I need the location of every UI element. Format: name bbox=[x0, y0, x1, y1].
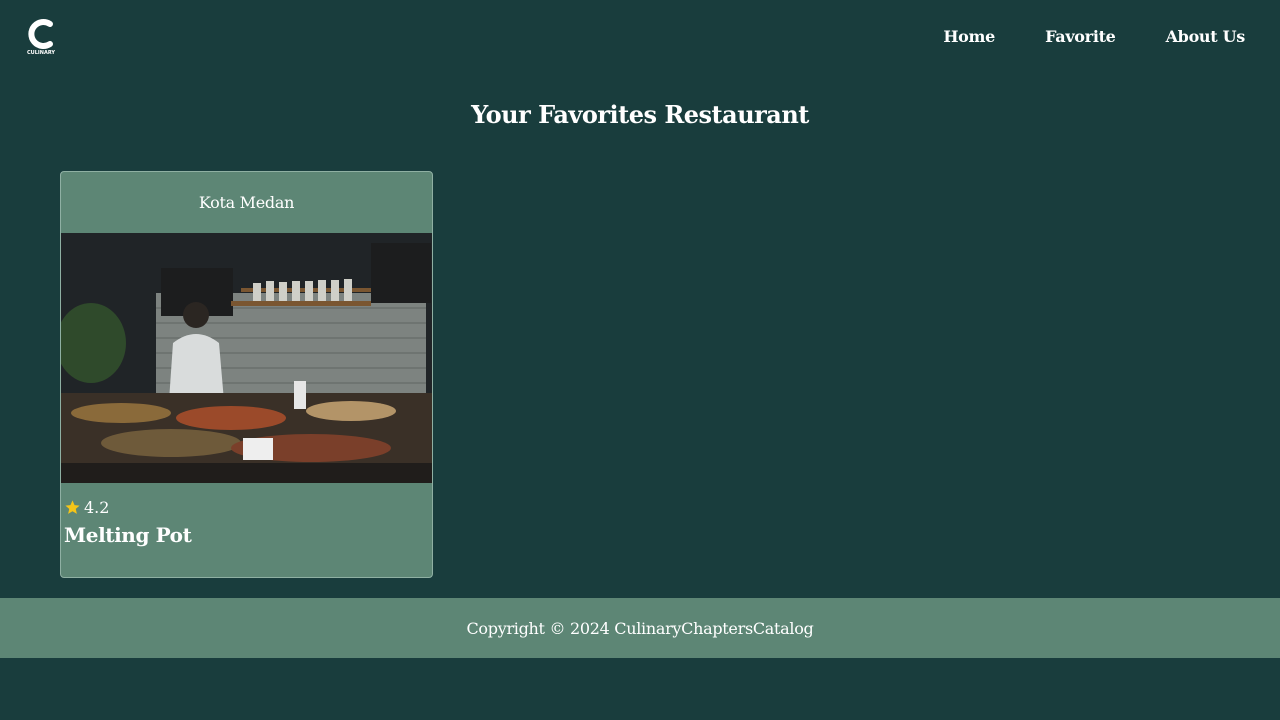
restaurant-city: Kota Medan bbox=[198, 193, 295, 212]
restaurant-photo[interactable] bbox=[61, 233, 432, 483]
main-nav: Home Favorite About Us bbox=[943, 27, 1245, 46]
nav-favorite-link[interactable]: Favorite bbox=[1045, 27, 1116, 46]
star-icon bbox=[64, 499, 81, 516]
copyright-text: Copyright © 2024 CulinaryChaptersCatalog bbox=[466, 618, 814, 638]
rating-value: 4.2 bbox=[84, 498, 110, 517]
restaurant-card[interactable]: Kota Medan 4.2 Melting Pot bbox=[60, 171, 433, 578]
page-title: Your Favorites Restaurant bbox=[471, 100, 809, 129]
nav-about-us-link[interactable]: About Us bbox=[1166, 27, 1246, 46]
navbar: CULINARY Home Favorite About Us bbox=[0, 0, 1280, 76]
footer: Copyright © 2024 CulinaryChaptersCatalog bbox=[0, 598, 1280, 658]
restaurant-name[interactable]: Melting Pot bbox=[64, 523, 192, 547]
svg-text:CULINARY: CULINARY bbox=[27, 50, 55, 56]
culinary-logo[interactable]: CULINARY bbox=[24, 18, 58, 60]
restaurant-rating: 4.2 bbox=[64, 498, 109, 517]
nav-home-link[interactable]: Home bbox=[943, 27, 995, 46]
